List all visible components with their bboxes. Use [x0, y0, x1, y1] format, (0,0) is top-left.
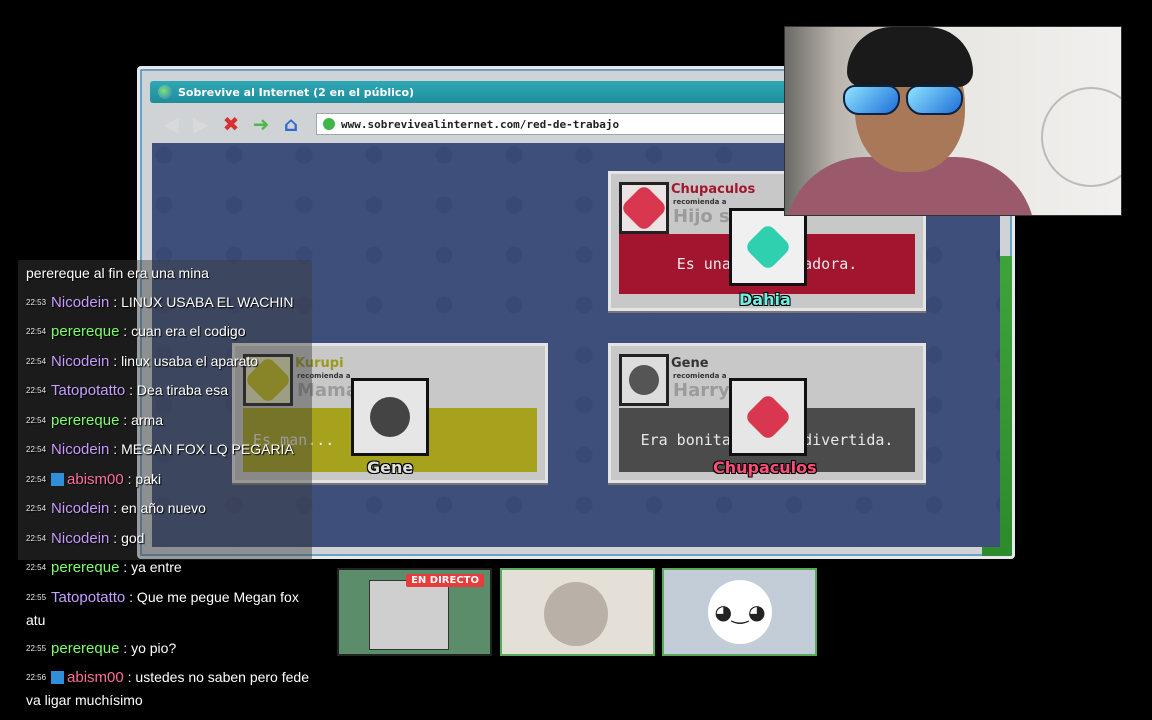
chat-text: : Dea tiraba esa — [125, 382, 228, 398]
fan — [1041, 87, 1121, 187]
chat-text: : MEGAN FOX LQ PEGARIA — [109, 441, 294, 457]
recommender-avatar — [619, 182, 669, 234]
recommends-text: recomienda a — [673, 198, 727, 206]
address-bar[interactable]: www.sobrevivealinternet.com/red-de-traba… — [316, 113, 796, 135]
globe-icon — [158, 85, 172, 99]
chat-message: 22:53 Nicodein : LINUX USABA EL WACHIN — [26, 288, 316, 318]
chat-message: perereque al fin era una mina — [26, 259, 316, 288]
chat-text: : ya entre — [119, 559, 182, 575]
chat-message: 22:54 perereque : arma — [26, 406, 316, 436]
stream-layout: Sobrevive al Internet (2 en el público) … — [0, 0, 1152, 720]
bits-badge-icon — [51, 671, 65, 684]
chat-message: 22:54 perereque : ya entre — [26, 553, 316, 583]
chat-username[interactable]: Nicodein — [51, 353, 109, 370]
chat-time: 22:54 — [26, 356, 47, 366]
site-icon — [323, 118, 335, 130]
chat-message: 22:55 perereque : yo pio? — [26, 634, 316, 664]
stream-thumbnail[interactable]: EN DIRECTO — [337, 568, 492, 656]
stop-x-icon[interactable]: ✖ — [218, 112, 244, 136]
recommender-name: Gene — [671, 356, 709, 371]
chat-text: perereque al fin era una mina — [26, 265, 209, 281]
chat-message: 22:54 Nicodein : linux usaba el aparato — [26, 347, 316, 377]
chat-time: 22:54 — [26, 504, 47, 513]
chat-overlay: perereque al fin era una mina 22:53 Nicod… — [26, 259, 316, 714]
live-badge: EN DIRECTO — [406, 574, 484, 587]
player-avatar — [729, 208, 807, 286]
player-avatar — [351, 378, 429, 456]
chat-text: : yo pio? — [119, 639, 177, 656]
home-icon[interactable]: ⌂ — [278, 112, 304, 136]
chat-time: 22:54 — [26, 474, 47, 484]
recommendation-card[interactable]: Gene recomienda a Harry ... Jr. Era boni… — [608, 343, 926, 483]
chat-time: 22:55 — [26, 643, 47, 653]
chat-username[interactable]: Nicodein — [51, 294, 109, 311]
recommends-text: recomienda a — [673, 372, 727, 380]
chat-username[interactable]: Nicodein — [51, 441, 109, 458]
chat-text: : paki — [123, 470, 162, 487]
chat-message: 22:56 abism00 : ustedes no saben pero fed… — [26, 663, 316, 714]
player-name: Gene — [367, 458, 414, 477]
chat-time: 22:54 — [26, 533, 47, 543]
webcam-feed — [784, 26, 1122, 216]
forward-arrow-icon[interactable]: ▶ — [188, 112, 214, 136]
chat-message: 22:54 perereque : cuan era el codigo — [26, 317, 316, 347]
chat-username[interactable]: perereque — [51, 323, 119, 340]
chat-username[interactable]: Tatopotatto — [51, 589, 125, 606]
chat-message: 22:54 Nicodein : en año nuevo — [26, 494, 316, 524]
thumbnail-preview — [369, 580, 449, 650]
player-avatar — [729, 378, 807, 456]
chat-text: : LINUX USABA EL WACHIN — [109, 293, 294, 310]
chat-username[interactable]: Nicodein — [51, 530, 109, 547]
address-url: www.sobrevivealinternet.com/red-de-traba… — [341, 117, 620, 131]
chat-username[interactable]: abism00 — [67, 669, 124, 686]
stream-thumbnail[interactable] — [500, 568, 655, 656]
window-title-bar: Sobrevive al Internet (2 en el público) — [150, 81, 800, 103]
chat-message: 22:54 abism00 : paki — [26, 465, 316, 495]
back-arrow-icon[interactable]: ◀ — [158, 112, 184, 136]
recommender-name: Chupaculos — [671, 182, 756, 197]
chat-username[interactable]: perereque — [51, 640, 119, 657]
chat-username[interactable]: perereque — [51, 559, 119, 576]
streamer-hair — [847, 27, 973, 87]
chat-username[interactable]: perereque — [51, 412, 119, 429]
chat-message: 22:54 Nicodein : god — [26, 524, 316, 554]
chat-time: 22:54 — [26, 563, 47, 572]
recommender-avatar — [619, 354, 669, 406]
bits-badge-icon — [51, 472, 65, 486]
chat-time: 22:55 — [26, 592, 47, 602]
player-name: Chupaculos — [713, 458, 817, 477]
chat-message: 22:54 Nicodein : MEGAN FOX LQ PEGARIA — [26, 435, 316, 465]
chat-time: 22:54 — [26, 386, 47, 395]
chat-username[interactable]: Tatopotatto — [51, 382, 125, 399]
thumbnail-avatar: ◕‿◕ — [708, 580, 772, 644]
chat-time: 22:56 — [26, 673, 47, 682]
chat-message: 22:54 Tatopotatto : Dea tiraba esa — [26, 376, 316, 406]
chat-text: : en año nuevo — [109, 500, 206, 516]
refresh-icon[interactable]: ➜ — [248, 112, 274, 136]
window-title: Sobrevive al Internet (2 en el público) — [178, 85, 415, 99]
chat-username[interactable]: Nicodein — [51, 500, 109, 517]
chat-text: : linux usaba el aparato — [109, 352, 259, 369]
chat-text: : god — [109, 529, 145, 546]
chat-message: 22:55 Tatopotatto : Que me pegue Megan fo… — [26, 583, 316, 634]
player-name: Dahia — [739, 290, 791, 309]
thumbnail-avatar — [544, 582, 608, 646]
chat-time: 22:54 — [26, 415, 47, 425]
chat-time: 22:53 — [26, 297, 47, 307]
chat-username[interactable]: abism00 — [67, 471, 124, 488]
chat-text: : cuan era el codigo — [119, 323, 246, 339]
sunglasses — [843, 85, 963, 115]
chat-text: : arma — [119, 411, 163, 428]
chat-time: 22:54 — [26, 445, 47, 454]
stream-thumbnail[interactable]: ◕‿◕ — [662, 568, 817, 656]
chat-time: 22:54 — [26, 327, 47, 336]
